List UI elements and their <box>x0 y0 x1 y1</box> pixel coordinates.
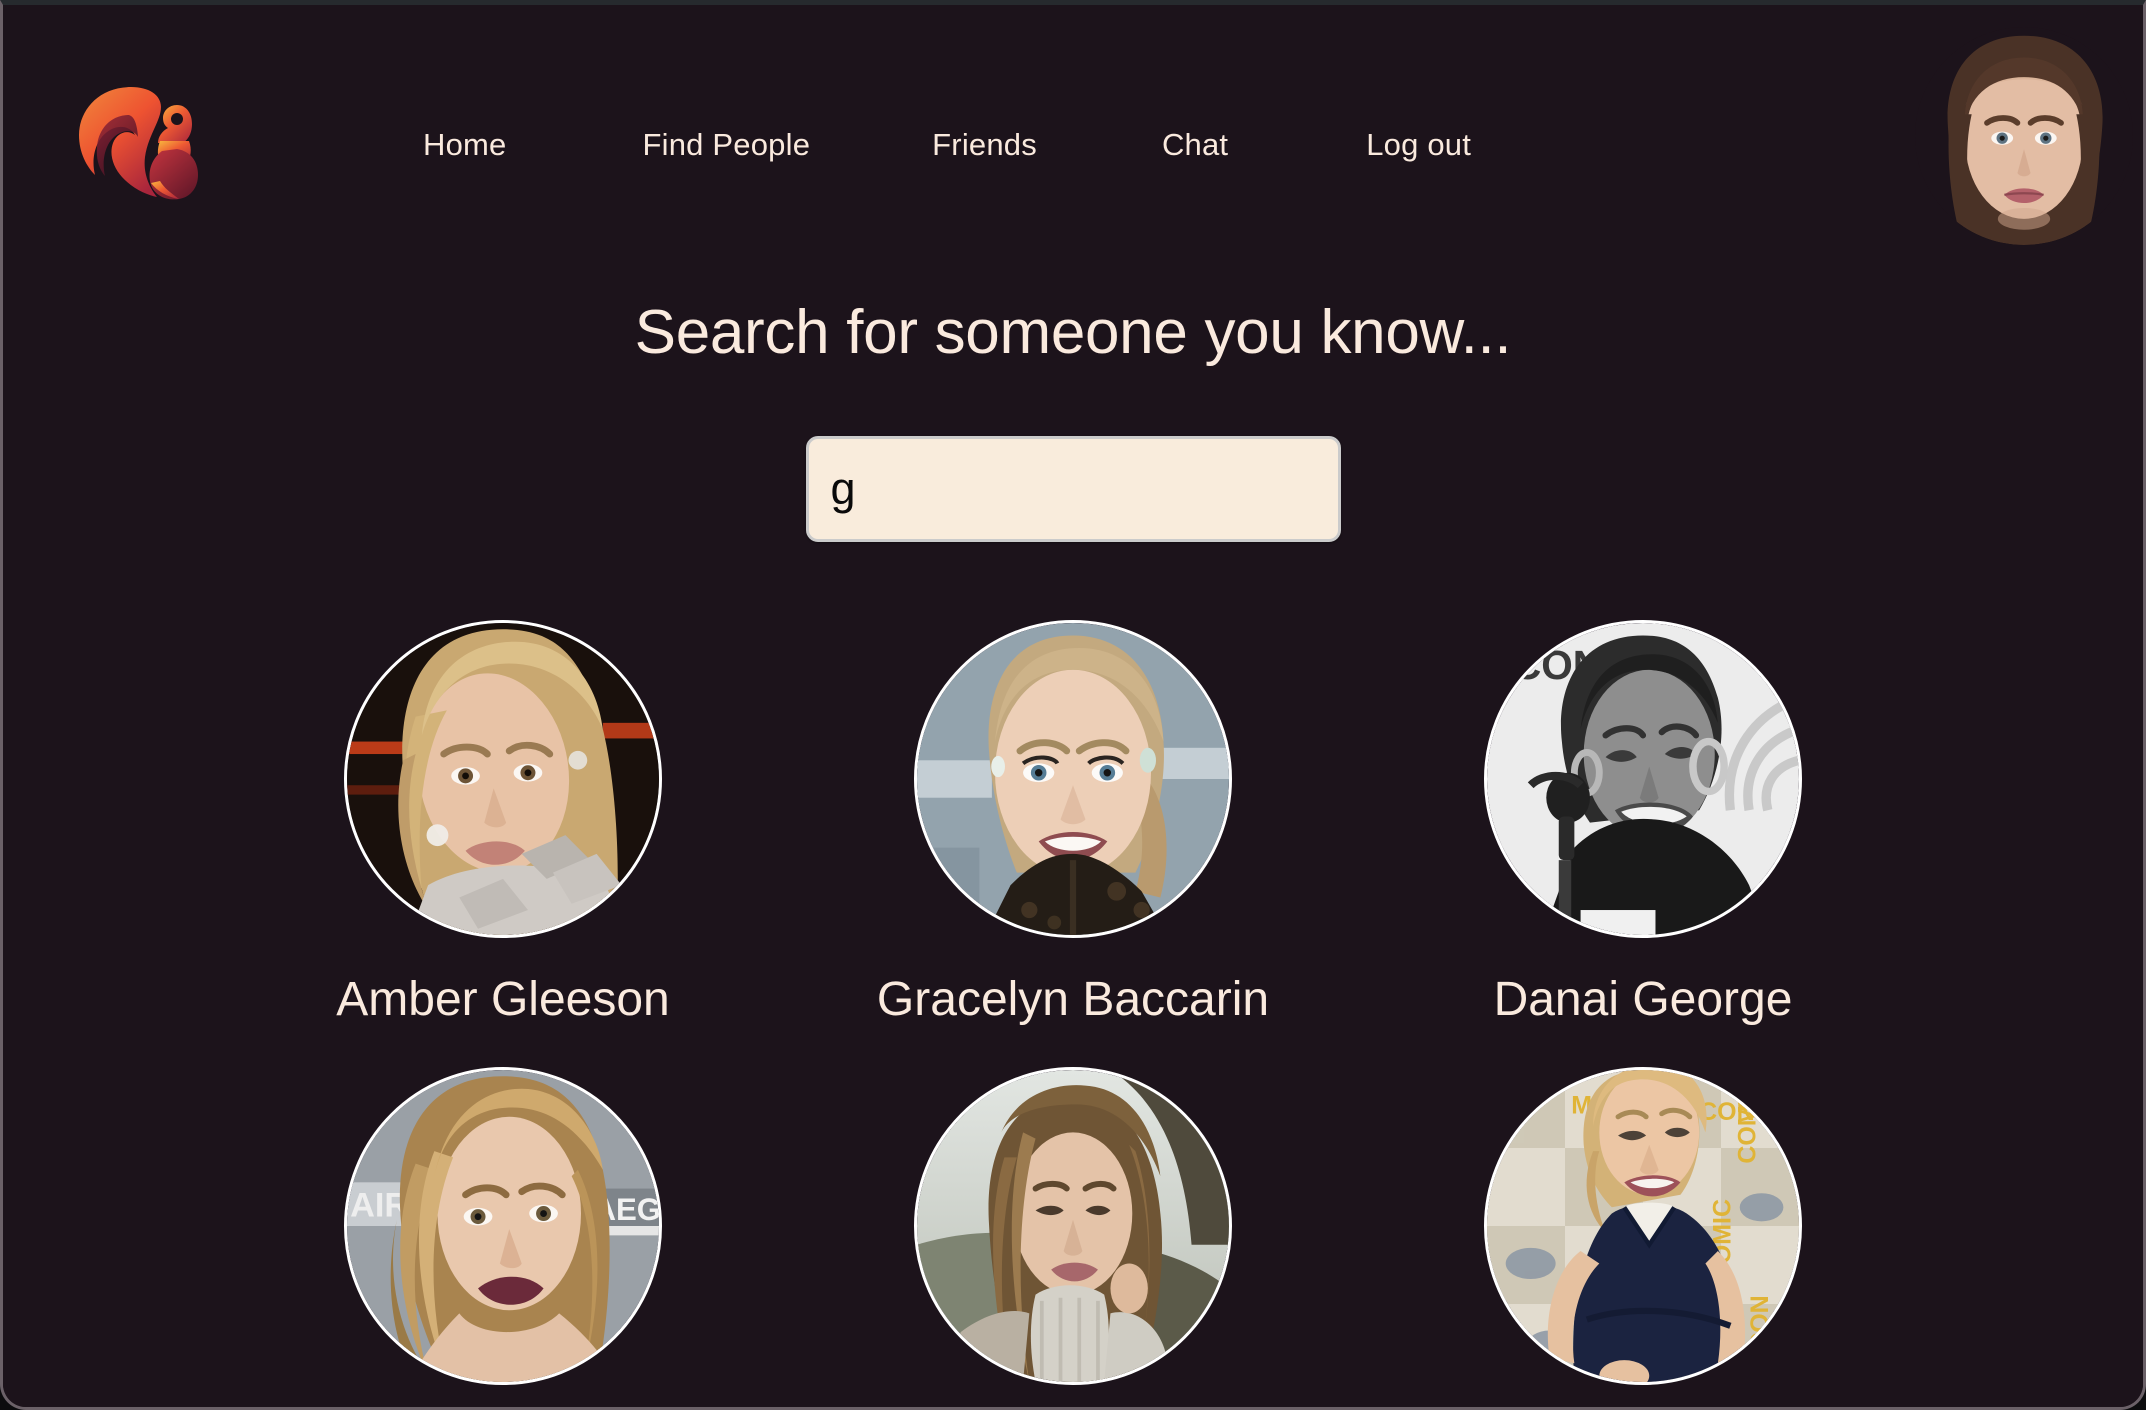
avatar-result-6[interactable]: COMIC MIC CON COMIC COMIC N- CON CON <box>1484 1067 1802 1385</box>
result-card[interactable]: Gracelyn Baccarin <box>788 620 1358 1067</box>
result-card[interactable]: COMIC MIC CON COMIC COMIC N- CON CON <box>1358 1067 1928 1407</box>
search-results-grid: Amber Gleeson Gracelyn Baccarin CON Dana… <box>3 620 2143 1407</box>
avatar-amber-gleeson[interactable] <box>344 620 662 938</box>
nav-link-find-people[interactable]: Find People <box>643 127 811 163</box>
result-card[interactable]: Amber Gleeson <box>218 620 788 1067</box>
avatar-danai-george[interactable]: CON <box>1484 620 1802 938</box>
result-card[interactable]: AIR AEGE <box>218 1067 788 1407</box>
svg-text:COMIC: COMIC <box>1733 1080 1761 1163</box>
result-name: Amber Gleeson <box>336 973 670 1026</box>
result-card[interactable] <box>788 1067 1358 1407</box>
main-content: Search for someone you know... g Amber G… <box>3 297 2143 1407</box>
squirrel-logo-icon[interactable] <box>65 77 200 202</box>
result-name: Danai George <box>1493 973 1793 1026</box>
search-input[interactable] <box>805 436 1341 542</box>
nav-link-home[interactable]: Home <box>423 127 507 163</box>
browser-window: Home Find People Friends Chat Log out Se… <box>0 0 2146 1410</box>
svg-text:N-: N- <box>1493 1335 1519 1363</box>
page-title: Search for someone you know... <box>634 298 1512 367</box>
result-name: Gracelyn Baccarin <box>876 973 1270 1026</box>
avatar-result-4[interactable]: AIR AEGE <box>344 1067 662 1385</box>
site-header: Home Find People Friends Chat Log out <box>3 5 2143 255</box>
svg-text:COMIC: COMIC <box>1487 1070 1496 1145</box>
profile-avatar[interactable] <box>1915 27 2133 245</box>
nav-link-log-out[interactable]: Log out <box>1366 127 1471 163</box>
search-container <box>3 436 2143 542</box>
main-navigation: Home Find People Friends Chat Log out <box>423 127 1471 163</box>
nav-link-friends[interactable]: Friends <box>932 127 1037 163</box>
nav-link-chat[interactable]: Chat <box>1162 127 1228 163</box>
avatar-result-5[interactable] <box>914 1067 1232 1385</box>
result-card[interactable]: CON Danai George <box>1358 620 1928 1067</box>
app-page: Home Find People Friends Chat Log out Se… <box>3 5 2143 1407</box>
svg-text:CON: CON <box>1746 1295 1774 1350</box>
avatar-gracelyn-baccarin[interactable] <box>914 620 1232 938</box>
